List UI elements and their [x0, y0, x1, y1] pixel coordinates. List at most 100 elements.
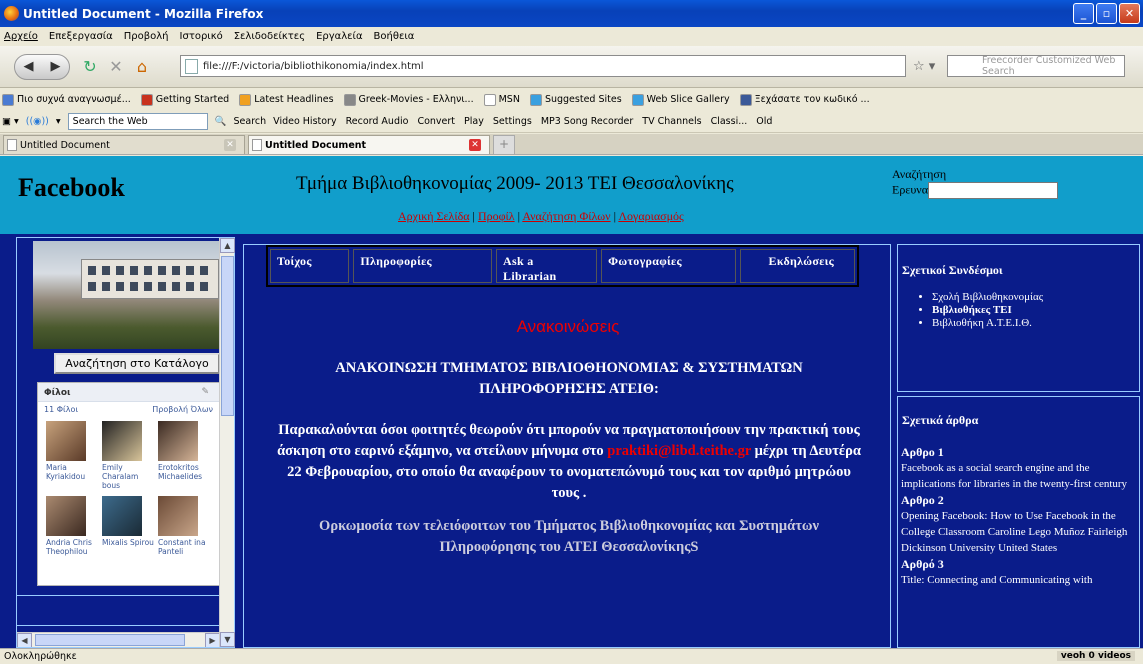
friend-avatar[interactable] — [46, 496, 86, 536]
menu-tools[interactable]: Εργαλεία — [316, 31, 362, 42]
scroll-down-icon[interactable]: ▼ — [220, 632, 235, 647]
search-icon[interactable]: 🔍 — [215, 116, 227, 127]
edit-icon[interactable]: ✎ — [201, 387, 209, 397]
friend-item[interactable]: Andria Chris Theophilou — [46, 496, 98, 556]
catalog-search-button[interactable]: Αναζήτηση στο Κατάλογο — [54, 353, 220, 374]
related-link[interactable]: Βιβλιοθήκες ΤΕΙ — [932, 304, 1139, 317]
friend-avatar[interactable] — [46, 421, 86, 461]
friend-item[interactable]: Erotokritos Michaelides — [158, 421, 210, 490]
friend-name[interactable]: Constant ina Panteli — [158, 538, 210, 556]
toolbar-item[interactable]: Play — [464, 116, 484, 127]
related-link[interactable]: Σχολή Βιβλιοθηκονομίας — [932, 291, 1139, 304]
scroll-thumb[interactable] — [35, 634, 185, 646]
friend-avatar[interactable] — [102, 496, 142, 536]
friend-avatar[interactable] — [158, 421, 198, 461]
tab-events[interactable]: Εκδηλώσεις — [739, 249, 856, 283]
horizontal-scrollbar[interactable]: ◀ ▶ — [17, 632, 220, 647]
friend-item[interactable]: Maria Kyriakidou — [46, 421, 98, 490]
bookmark-star-icon[interactable]: ☆ ▾ — [913, 59, 935, 74]
nav-find-friends[interactable]: Αναζήτηση Φίλων — [522, 209, 610, 223]
menu-help[interactable]: Βοήθεια — [374, 31, 415, 42]
toolbar-menu-icon[interactable]: ▣ ▾ — [2, 116, 19, 127]
tab-wall[interactable]: Τοίχος — [270, 249, 350, 283]
stop-icon[interactable]: ✕ — [106, 54, 126, 80]
bookmark-item[interactable]: Ξεχάσατε τον κωδικό ... — [739, 93, 870, 106]
menu-history[interactable]: Ιστορικό — [180, 31, 223, 42]
bookmark-item[interactable]: MSN — [483, 93, 520, 106]
vertical-scrollbar[interactable]: ▲ ▼ — [219, 238, 235, 647]
bookmark-item[interactable]: Suggested Sites — [529, 93, 622, 106]
veoh-widget[interactable]: veoh 0 videos — [1056, 651, 1135, 661]
bookmark-item[interactable]: Latest Headlines — [239, 93, 334, 106]
toolbar-item[interactable]: Convert — [417, 116, 455, 127]
view-all-link[interactable]: Προβολή Όλων — [152, 405, 213, 414]
dropdown-icon[interactable]: ▾ — [56, 116, 61, 127]
bookmark-item[interactable]: Web Slice Gallery — [631, 93, 730, 106]
friend-name[interactable]: Emily Charalam bous — [102, 463, 154, 490]
search-box[interactable]: Freecorder Customized Web Search — [947, 55, 1125, 77]
toolbar-item[interactable]: MP3 Song Recorder — [541, 116, 633, 127]
bookmark-item[interactable]: Greek-Movies - Ελληνι... — [343, 93, 474, 106]
nav-profile[interactable]: Προφίλ — [478, 209, 515, 223]
nav-account[interactable]: Λογαριασμός — [618, 209, 683, 223]
scroll-right-icon[interactable]: ▶ — [205, 633, 220, 647]
toolbar-item[interactable]: Settings — [493, 116, 532, 127]
friends-header: Φίλοι ✎ — [38, 383, 219, 402]
nav-home[interactable]: Αρχική Σελίδα — [398, 209, 470, 223]
tab-untitled-2[interactable]: Untitled Document ✕ — [248, 135, 490, 154]
bookmark-item[interactable]: Πιο συχνά αναγνωσμέ... — [2, 93, 131, 106]
close-button[interactable]: ✕ — [1119, 3, 1140, 24]
article-title[interactable]: Opening Facebook: How to Use Facebook in… — [901, 508, 1137, 556]
bookmark-item[interactable]: Getting Started — [140, 93, 229, 106]
home-icon[interactable]: ⌂ — [132, 54, 152, 80]
site-header: Facebook Τμήμα Βιβλιοθηκονομίας 2009- 20… — [0, 156, 1143, 234]
menu-edit[interactable]: Επεξεργασία — [49, 31, 113, 42]
tab-ask-librarian[interactable]: Ask a Librarian — [496, 249, 598, 283]
reload-icon[interactable]: ↻ — [80, 54, 100, 80]
friend-avatar[interactable] — [102, 421, 142, 461]
maximize-button[interactable]: ▫ — [1096, 3, 1117, 24]
toolbar-item[interactable]: Video History — [273, 116, 336, 127]
site-search-input[interactable] — [928, 182, 1059, 199]
menu-bookmarks[interactable]: Σελιδοδείκτες — [234, 31, 305, 42]
radio-icon[interactable]: ((◉)) — [26, 116, 49, 127]
related-link[interactable]: Βιβλιοθήκη Α.Τ.Ε.Ι.Θ. — [932, 317, 1139, 330]
friend-name[interactable]: Andria Chris Theophilou — [46, 538, 98, 556]
close-tab-icon[interactable]: ✕ — [224, 139, 236, 151]
search-web-input[interactable]: Search the Web — [67, 112, 208, 130]
friend-name[interactable]: Maria Kyriakidou — [46, 463, 98, 481]
window-pane — [144, 266, 152, 275]
toolbar-item[interactable]: Old — [756, 116, 772, 127]
scroll-thumb[interactable] — [221, 256, 234, 416]
toolbar-item[interactable]: Record Audio — [346, 116, 409, 127]
tab-photos[interactable]: Φωτογραφίες — [601, 249, 736, 283]
email-link[interactable]: praktiki@libd.teithe.gr — [607, 443, 751, 459]
article-heading: Αρθρο 2 — [901, 493, 944, 507]
friend-name[interactable]: Erotokritos Michaelides — [158, 463, 210, 481]
minimize-button[interactable]: _ — [1073, 3, 1094, 24]
toolbar-item[interactable]: TV Channels — [642, 116, 701, 127]
new-tab-button[interactable]: + — [493, 135, 515, 154]
close-tab-icon[interactable]: ✕ — [469, 139, 481, 151]
scroll-left-icon[interactable]: ◀ — [17, 633, 32, 647]
tab-untitled-1[interactable]: Untitled Document ✕ — [3, 135, 245, 154]
menu-view[interactable]: Προβολή — [124, 31, 169, 42]
friend-name[interactable]: Mixalis Spirou — [102, 538, 154, 547]
article-title[interactable]: Facebook as a social search engine and t… — [901, 460, 1137, 492]
friend-item[interactable]: Emily Charalam bous — [102, 421, 154, 490]
article-title[interactable]: Title: Connecting and Communicating with — [901, 572, 1137, 588]
search-label[interactable]: Search — [234, 116, 267, 127]
friends-count[interactable]: 11 Φίλοι — [44, 405, 78, 414]
back-forward-buttons[interactable]: ◀ ▶ — [14, 53, 70, 80]
forward-icon[interactable]: ▶ — [51, 59, 61, 74]
friend-item[interactable]: Constant ina Panteli — [158, 496, 210, 556]
back-icon[interactable]: ◀ — [24, 59, 34, 74]
scroll-up-icon[interactable]: ▲ — [220, 238, 235, 253]
ceremony-link[interactable]: Ορκωμοσία των τελειόφοιτων του Τμήματος … — [274, 516, 864, 558]
url-bar[interactable]: file:///F:/victoria/bibliothikonomia/ind… — [180, 55, 906, 77]
toolbar-item[interactable]: Classi... — [711, 116, 748, 127]
friend-avatar[interactable] — [158, 496, 198, 536]
menu-file[interactable]: Αρχείο — [4, 31, 38, 42]
friend-item[interactable]: Mixalis Spirou — [102, 496, 154, 556]
tab-info[interactable]: Πληροφορίες — [353, 249, 493, 283]
